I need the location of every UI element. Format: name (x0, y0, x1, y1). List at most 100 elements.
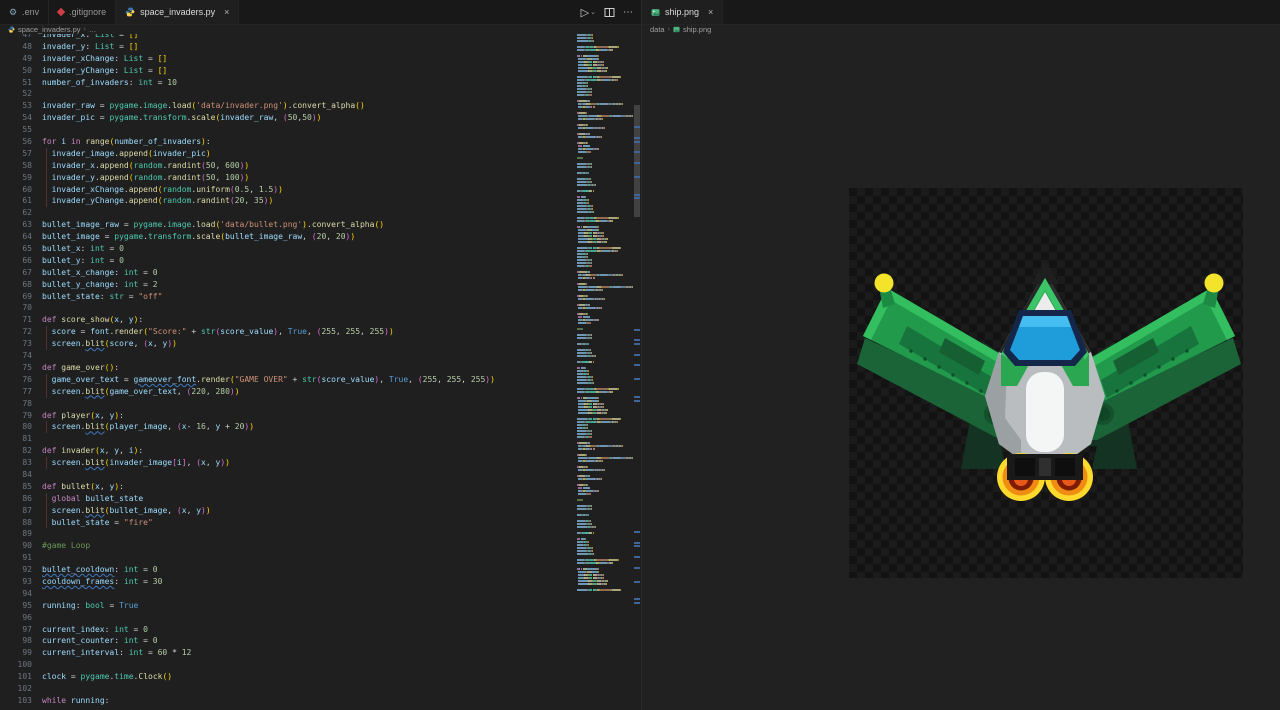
close-icon[interactable]: × (224, 7, 229, 17)
code-line[interactable]: 55 (0, 124, 575, 136)
code-line[interactable]: 102 (0, 683, 575, 695)
code-line[interactable]: 64 bullet_image = pygame.transform.scale(… (0, 231, 575, 243)
overview-ruler-mark (634, 602, 640, 604)
code-line[interactable]: 52 (0, 88, 575, 100)
breadcrumb-file[interactable]: ship.png (683, 25, 711, 34)
indent-guide (46, 326, 47, 339)
code-line[interactable]: 97 current_index: int = 0 (0, 624, 575, 636)
gear-icon: ⚙ (9, 6, 18, 17)
code-line[interactable]: 95 running: bool = True (0, 600, 575, 612)
code-line[interactable]: 100 (0, 659, 575, 671)
code-line[interactable]: 87 screen.blit(bullet_image, (x, y)) (0, 504, 575, 517)
code-line[interactable]: 59 invader_y.append(random.randint(50, 1… (0, 171, 575, 184)
indent-guide (46, 195, 47, 208)
editor-scrollbar[interactable] (633, 0, 641, 710)
image-icon (651, 8, 660, 17)
indent-guide (46, 183, 47, 196)
breadcrumb-file[interactable]: space_invaders.py (18, 25, 81, 34)
code-line[interactable]: 90 #game Loop (0, 540, 575, 552)
breadcrumb-symbol[interactable]: … (89, 25, 97, 34)
code-line[interactable]: 93 cooldown_frames: int = 30 (0, 576, 575, 588)
code-line[interactable]: 70 (0, 302, 575, 314)
left-tab-bar: ⚙ .env .gitignore space_invaders.py × ▷ ⌄ (0, 0, 641, 25)
code-line[interactable]: 92 bullet_cooldown: int = 0 (0, 564, 575, 576)
code-line[interactable]: 54 invader_pic = pygame.transform.scale(i… (0, 112, 575, 124)
image-preview[interactable] (642, 34, 1280, 710)
code-line[interactable]: 62 (0, 207, 575, 219)
code-line[interactable]: 72 score = font.render("Score:" + str(sc… (0, 326, 575, 339)
code-line[interactable]: 82 def invader(x, y, i): (0, 445, 575, 457)
code-line[interactable]: 61 invader_yChange.append(random.randint… (0, 195, 575, 208)
code-line[interactable]: 74 (0, 350, 575, 362)
editor-group-image: ship.png × data › ship.png (642, 0, 1280, 710)
overview-ruler-mark (634, 328, 640, 331)
split-editor-icon[interactable] (604, 7, 615, 18)
overview-ruler-mark (634, 193, 640, 196)
transparency-checkerboard (849, 188, 1243, 578)
code-line[interactable]: 49 invader_xChange: List = [] (0, 53, 575, 65)
indent-guide (46, 421, 47, 434)
indent-guide (46, 457, 47, 469)
indent-guide (46, 338, 47, 351)
tab-space-invaders[interactable]: space_invaders.py × (116, 0, 240, 24)
tab-ship-png[interactable]: ship.png × (642, 0, 724, 24)
code-line[interactable]: 69 bullet_state: str = "off" (0, 291, 575, 303)
code-line[interactable]: 101 clock = pygame.time.Clock() (0, 671, 575, 683)
code-line[interactable]: 89 (0, 528, 575, 540)
run-button[interactable]: ▷ ⌄ (581, 6, 596, 19)
overview-ruler-mark (634, 161, 640, 164)
code-line[interactable]: 65 bullet_x: int = 0 (0, 243, 575, 255)
ship-image (857, 260, 1241, 501)
breadcrumb-folder[interactable]: data (650, 25, 665, 34)
code-line[interactable]: 99 current_interval: int = 60 * 12 (0, 647, 575, 659)
code-line[interactable]: 76 game_over_text = gameover_font.render… (0, 373, 575, 386)
code-line[interactable]: 84 (0, 469, 575, 481)
code-line[interactable]: 63 bullet_image_raw = pygame.image.load('… (0, 219, 575, 231)
code-line[interactable]: 96 (0, 612, 575, 624)
code-line[interactable]: 78 (0, 398, 575, 410)
code-line[interactable]: 57 invader_image.append(invader_pic) (0, 147, 575, 160)
code-line[interactable]: 86 global bullet_state (0, 492, 575, 505)
overview-ruler-mark (634, 197, 640, 200)
more-actions-icon[interactable]: ⋯ (623, 7, 633, 18)
code-line[interactable]: 68 bullet_y_change: int = 2 (0, 279, 575, 291)
overview-ruler-mark (634, 378, 640, 381)
code-editor[interactable]: 47 invader_x: List = [] 48 invader_y: List … (0, 33, 575, 710)
indent-guide (46, 385, 47, 398)
code-line[interactable]: 47 invader_x: List = [] (0, 33, 575, 41)
code-line[interactable]: 48 invader_y: List = [] (0, 41, 575, 53)
code-line[interactable]: 73 screen.blit(score, (x, y)) (0, 338, 575, 351)
code-line[interactable]: 94 (0, 588, 575, 600)
overview-ruler-mark (634, 176, 640, 178)
indent-guide (46, 516, 47, 529)
code-line[interactable]: 71 def score_show(x, y): (0, 314, 575, 326)
code-line[interactable]: 80 screen.blit(player_image, (x- 16, y +… (0, 421, 575, 434)
code-line[interactable]: 56 for i in range(number_of_invaders): (0, 136, 575, 148)
code-line[interactable]: 60 invader_xChange.append(random.uniform… (0, 183, 575, 196)
code-line[interactable]: 75 def game_over(): (0, 362, 575, 374)
code-line[interactable]: 50 invader_yChange: List = [] (0, 65, 575, 77)
chevron-right-icon: › (83, 26, 86, 33)
overview-ruler-mark (634, 545, 640, 548)
tab-env[interactable]: ⚙ .env (0, 0, 50, 24)
code-line[interactable]: 53 invader_raw = pygame.image.load('data/… (0, 100, 575, 112)
tab-label: space_invaders.py (140, 7, 216, 17)
code-line[interactable]: 88 bullet_state = "fire" (0, 516, 575, 529)
close-icon[interactable]: × (708, 7, 713, 17)
code-line[interactable]: 98 current_counter: int = 0 (0, 635, 575, 647)
indent-guide (46, 504, 47, 517)
tab-gitignore[interactable]: .gitignore (49, 0, 117, 24)
code-line[interactable]: 67 bullet_x_change: int = 0 (0, 267, 575, 279)
code-line[interactable]: 91 (0, 552, 575, 564)
code-line[interactable]: 66 bullet_y: int = 0 (0, 255, 575, 267)
code-line[interactable]: 81 (0, 433, 575, 445)
indent-guide (46, 147, 47, 160)
minimap[interactable] (575, 28, 633, 628)
code-line[interactable]: 103 while running: (0, 695, 575, 707)
code-line[interactable]: 83 screen.blit(invader_image[i], (x, y)) (0, 457, 575, 469)
code-line[interactable]: 58 invader_x.append(random.randint(50, 6… (0, 159, 575, 172)
code-line[interactable]: 79 def player(x, y): (0, 410, 575, 422)
code-line[interactable]: 77 screen.blit(game_over_text, (220, 280… (0, 385, 575, 398)
code-line[interactable]: 51 number_of_invaders: int = 10 (0, 77, 575, 89)
code-line[interactable]: 85 def bullet(x, y): (0, 481, 575, 493)
